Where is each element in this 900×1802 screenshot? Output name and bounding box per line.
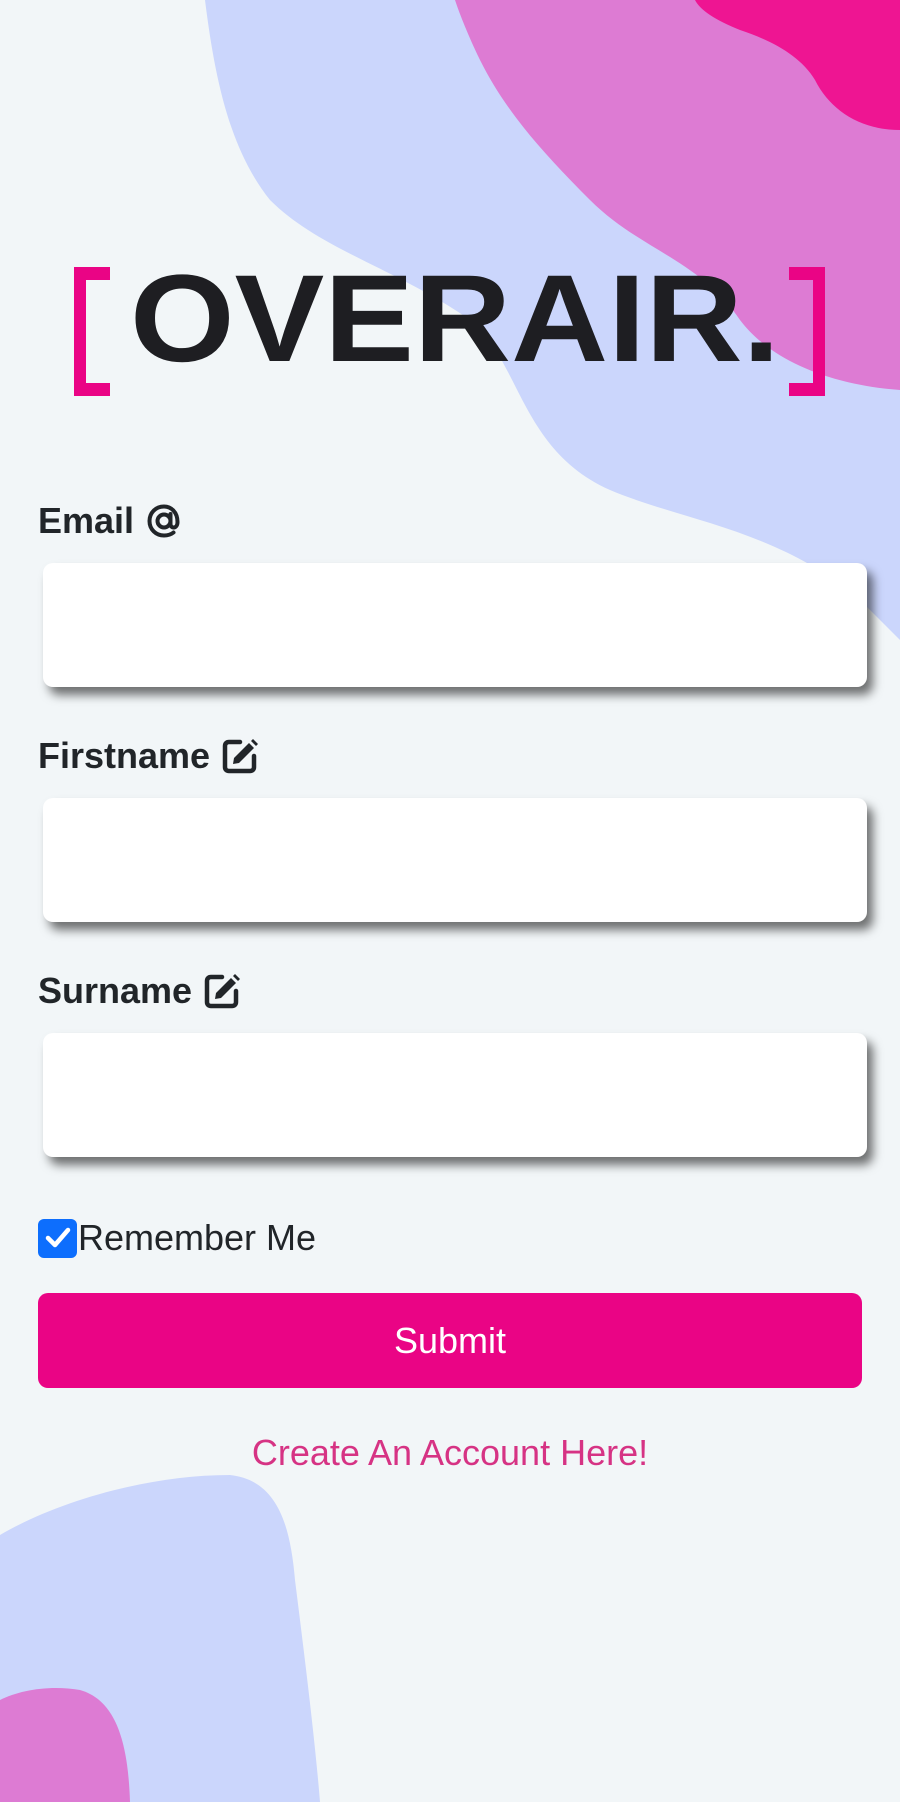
remember-me-checkbox[interactable] xyxy=(38,1218,77,1258)
email-label: Email xyxy=(38,500,184,542)
surname-label: Surname xyxy=(38,970,242,1012)
edit-icon xyxy=(220,736,260,776)
remember-me-row: Remember Me xyxy=(38,1216,316,1260)
surname-input[interactable] xyxy=(43,1033,867,1157)
logo-right-bracket-icon xyxy=(789,267,825,396)
brand-logo: OVERAIR. xyxy=(74,250,825,396)
email-input[interactable] xyxy=(43,563,867,687)
create-account-link[interactable]: Create An Account Here! xyxy=(38,1432,862,1474)
at-icon xyxy=(144,501,184,541)
email-label-text: Email xyxy=(38,500,135,541)
surname-label-text: Surname xyxy=(38,970,193,1011)
checkmark-icon xyxy=(45,1227,70,1248)
submit-button[interactable]: Submit xyxy=(38,1293,862,1388)
remember-me-label[interactable]: Remember Me xyxy=(78,1217,316,1259)
firstname-label: Firstname xyxy=(38,735,260,777)
edit-icon xyxy=(202,971,242,1011)
logo-left-bracket-icon xyxy=(74,267,110,396)
firstname-label-text: Firstname xyxy=(38,735,211,776)
firstname-input[interactable] xyxy=(43,798,867,922)
logo-text: OVERAIR. xyxy=(130,250,780,388)
